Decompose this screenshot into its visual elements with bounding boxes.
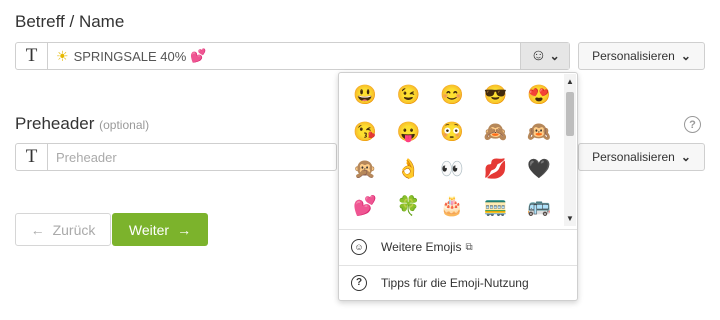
emoji-picker-popup: 😃 😉 😊 😎 😍 😘 😛 😳 🙈 🙉 🙊 👌 👀 💋 🖤 💕 🍀 🎂 🚃 🚌 ▲ ▼ ☺ Weitere Emoji… — [338, 72, 578, 301]
emoji-option[interactable]: 😍 — [517, 77, 561, 114]
emoji-option[interactable]: 👀 — [430, 151, 474, 188]
smiley-icon: ☺ — [530, 47, 547, 64]
emoji-tips-link[interactable]: ? Tipps für die Emoji-Nutzung — [351, 273, 529, 293]
emoji-option[interactable]: 🙊 — [343, 151, 387, 188]
back-label: Zurück — [52, 221, 96, 238]
subject-personalize-button[interactable]: Personalisieren ⌄ — [578, 42, 705, 70]
subject-field: T ☀ SPRINGSALE 40% 💕 ☺ ⌄ — [15, 42, 570, 70]
preheader-field: T Preheader — [15, 143, 337, 171]
chevron-down-icon: ⌄ — [549, 49, 560, 63]
emoji-grid: 😃 😉 😊 😎 😍 😘 😛 😳 🙈 🙉 🙊 👌 👀 💋 🖤 💕 🍀 🎂 🚃 🚌 — [343, 77, 561, 225]
preheader-label-text: Preheader — [15, 114, 95, 133]
scrollbar-thumb[interactable] — [566, 92, 574, 136]
emoji-option[interactable]: 🚌 — [517, 188, 561, 225]
emoji-option[interactable]: 😊 — [430, 77, 474, 114]
subject-value: SPRINGSALE 40% — [73, 48, 187, 64]
chevron-down-icon: ⌄ — [680, 49, 691, 63]
emoji-option[interactable]: 💕 — [343, 188, 387, 225]
personalize-label: Personalisieren — [592, 150, 675, 164]
emoji-picker-button[interactable]: ☺ ⌄ — [520, 43, 569, 69]
emoji-option[interactable]: 😉 — [387, 77, 431, 114]
two-hearts-emoji-icon: 💕 — [190, 48, 207, 63]
subject-input[interactable]: ☀ SPRINGSALE 40% 💕 — [48, 43, 520, 69]
emoji-option[interactable]: 🍀 — [387, 188, 431, 225]
preheader-input[interactable]: Preheader — [48, 144, 336, 170]
text-format-icon[interactable]: T — [16, 43, 48, 69]
question-circle-icon: ? — [351, 275, 367, 291]
emoji-option[interactable]: 💋 — [474, 151, 518, 188]
arrow-right-icon: → — [177, 221, 192, 238]
divider — [339, 265, 577, 266]
scroll-down-icon[interactable]: ▼ — [566, 214, 574, 223]
smiley-icon: ☺ — [351, 239, 367, 255]
sun-emoji-icon: ☀ — [56, 47, 69, 64]
help-icon[interactable]: ? — [684, 116, 701, 133]
more-emojis-link[interactable]: ☺ Weitere Emojis ⧉ — [351, 237, 473, 257]
preheader-label: Preheader (optional) — [15, 114, 149, 134]
scroll-up-icon[interactable]: ▲ — [566, 77, 574, 86]
chevron-down-icon: ⌄ — [680, 150, 691, 164]
personalize-label: Personalisieren — [592, 49, 675, 63]
text-format-icon[interactable]: T — [16, 144, 48, 170]
emoji-option[interactable]: 😃 — [343, 77, 387, 114]
more-emojis-label: Weitere Emojis — [381, 240, 462, 254]
optional-hint: (optional) — [99, 118, 150, 132]
emoji-option[interactable]: 🖤 — [517, 151, 561, 188]
emoji-option[interactable]: 😳 — [430, 114, 474, 151]
emoji-option[interactable]: 😘 — [343, 114, 387, 151]
subject-label: Betreff / Name — [15, 12, 125, 31]
emoji-option[interactable]: 🎂 — [430, 188, 474, 225]
external-link-icon: ⧉ — [465, 241, 473, 253]
emoji-option[interactable]: 🙉 — [517, 114, 561, 151]
emoji-option[interactable]: 👌 — [387, 151, 431, 188]
emoji-scrollbar[interactable]: ▲ ▼ — [564, 74, 576, 226]
back-button[interactable]: ← Zurück — [15, 213, 111, 246]
emoji-option[interactable]: 🚃 — [474, 188, 518, 225]
divider — [339, 229, 577, 230]
arrow-left-icon: ← — [30, 221, 45, 238]
emoji-option[interactable]: 😎 — [474, 77, 518, 114]
emoji-option[interactable]: 😛 — [387, 114, 431, 151]
next-button[interactable]: Weiter → — [112, 213, 208, 246]
emoji-tips-label: Tipps für die Emoji-Nutzung — [381, 276, 529, 290]
preheader-personalize-button[interactable]: Personalisieren ⌄ — [578, 143, 705, 171]
next-label: Weiter — [128, 221, 170, 238]
emoji-option[interactable]: 🙈 — [474, 114, 518, 151]
